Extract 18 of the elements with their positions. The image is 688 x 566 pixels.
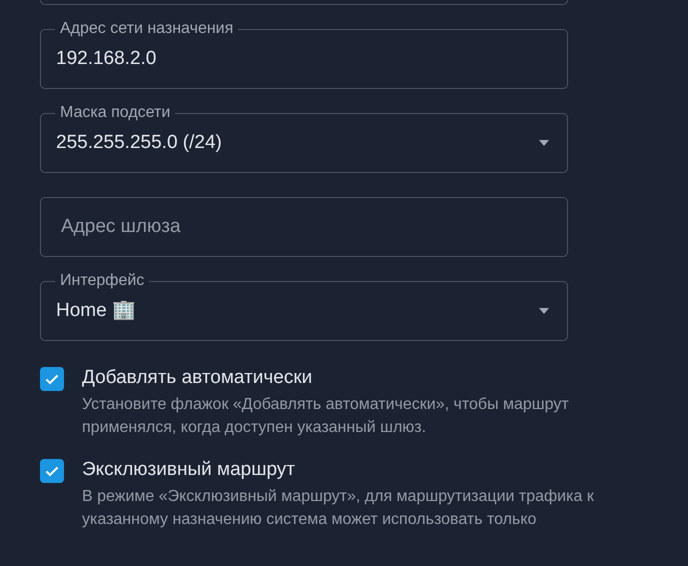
checkbox[interactable] — [40, 367, 64, 391]
field-value: 255.255.255.0 (/24) — [56, 130, 223, 155]
checkmark-icon — [45, 466, 59, 476]
input-field[interactable] — [40, 0, 568, 5]
option-description: В режиме «Эксклюзивный маршрут», для маршрутизации трафика к указанному назначению система может использовать только — [82, 487, 595, 530]
option-title: Эксклюзивный маршрут — [82, 458, 296, 482]
dropdown-arrow-icon — [539, 308, 549, 314]
checkmark-icon — [45, 374, 59, 384]
field-label: Маска подсети — [55, 103, 176, 123]
field-placeholder: Адрес шлюза — [60, 214, 182, 239]
field-label: Адрес сети назначения — [55, 19, 238, 39]
field-value: Home 🏢 — [56, 298, 137, 323]
option-title: Добавлять автоматически — [82, 366, 314, 390]
field-label: Интерфейс — [55, 271, 150, 291]
option-description: Установите флажок «Добавлять автоматически», чтобы маршрут применялся, когда доступен указанный шлюз. — [82, 395, 570, 438]
checkbox[interactable] — [40, 459, 64, 483]
dropdown-arrow-icon — [539, 140, 549, 146]
field-value: 192.168.2.0 — [56, 46, 158, 71]
